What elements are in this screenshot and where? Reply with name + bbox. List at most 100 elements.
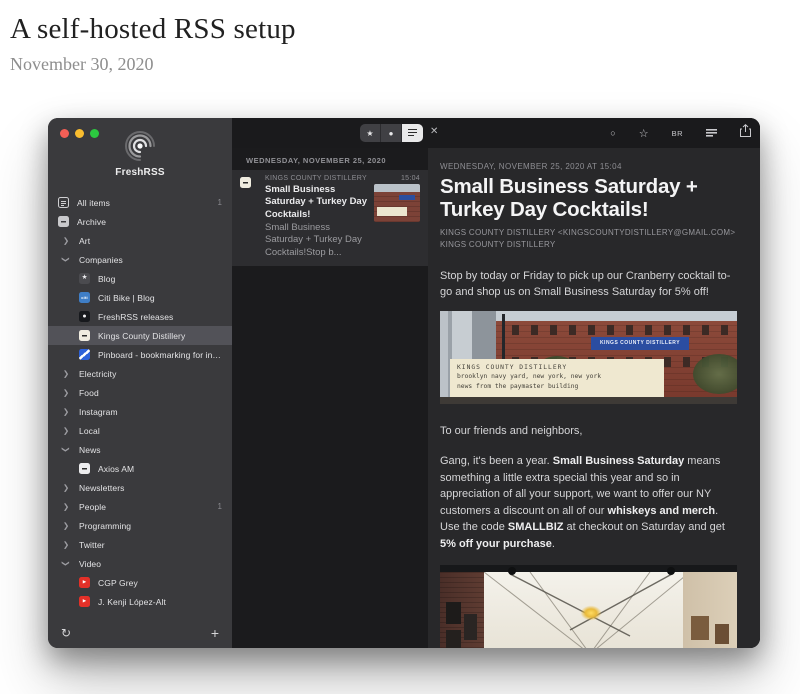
photo-street xyxy=(440,397,737,404)
article-pane: WEDNESDAY, NOVEMBER 25, 2020 AT 15:04 Sm… xyxy=(428,148,760,648)
sidebar-category-video[interactable]: Video xyxy=(48,554,232,573)
sidebar-item-label: Video xyxy=(79,559,222,569)
sidebar-item-label: News xyxy=(79,445,222,455)
article-author: KINGS COUNTY DISTILLERY <KINGSCOUNTYDIST… xyxy=(440,228,740,237)
sidebar-item-label: All items xyxy=(77,198,214,208)
sidebar-item-label: CGP Grey xyxy=(98,578,222,588)
sidebar-item-label: Axios AM xyxy=(98,464,222,474)
unread-count: 1 xyxy=(218,198,222,207)
sidebar-item-label: Companies xyxy=(79,255,222,265)
photo-light-bulb xyxy=(577,603,605,623)
photo-tree xyxy=(693,354,737,394)
list-lines-icon xyxy=(408,129,417,137)
refresh-icon[interactable]: ↻ xyxy=(61,626,71,640)
chevron-right-icon xyxy=(60,483,72,492)
zoom-window-button[interactable] xyxy=(90,129,99,138)
sidebar-item-label: Instagram xyxy=(79,407,222,417)
bold-text-run: Small Business Saturday xyxy=(553,455,684,467)
article-feed-name: KINGS COUNTY DISTILLERY xyxy=(440,240,740,249)
sidebar-category-newsletters[interactable]: Newsletters xyxy=(48,478,232,497)
sidebar-item-archive[interactable]: Archive xyxy=(48,212,232,231)
star-article-icon[interactable]: ☆ xyxy=(639,127,649,140)
sidebar-item-label: Kings County Distillery xyxy=(98,331,222,341)
reader-view-icon[interactable]: BR xyxy=(672,129,683,138)
kcd-icon xyxy=(79,330,90,341)
axios-icon xyxy=(79,463,90,474)
sidebar-item-label: J. Kenji López-Alt xyxy=(98,597,222,607)
sidebar-category-twitter[interactable]: Twitter xyxy=(48,535,232,554)
sidebar-item-freshrss-releases[interactable]: FreshRSS releases xyxy=(48,307,232,326)
thumb-sky xyxy=(374,184,420,192)
list-item-body: KINGS COUNTY DISTILLERY 15:04 Small Busi… xyxy=(265,175,420,259)
archive-icon xyxy=(58,216,69,227)
sidebar-category-people[interactable]: People1 xyxy=(48,497,232,516)
sidebar-category-food[interactable]: Food xyxy=(48,383,232,402)
sidebar-item-label: Local xyxy=(79,426,222,436)
text-run: . xyxy=(552,538,555,550)
article-title: Small Business Saturday + Turkey Day Coc… xyxy=(440,176,740,222)
filter-unread-button[interactable]: ● xyxy=(381,124,402,142)
sidebar-category-electricity[interactable]: Electricity xyxy=(48,364,232,383)
bold-text-run: SMALLBIZ xyxy=(508,521,564,533)
text-options-icon[interactable] xyxy=(706,129,717,137)
sidebar-item-j-kenji-l-pez-alt[interactable]: J. Kenji López-Alt xyxy=(48,592,232,611)
sidebar-nav: All items 1 ArchiveArt Companies BlogCiti Bi… xyxy=(48,193,232,611)
chevron-down-icon xyxy=(60,445,72,454)
article-paragraph-1: Stop by today or Friday to pick up our C… xyxy=(440,268,740,301)
add-feed-icon[interactable]: + xyxy=(211,625,219,641)
sidebar-item-label: Electricity xyxy=(79,369,222,379)
mark-unread-icon[interactable]: ○ xyxy=(610,128,615,138)
article-paragraph-2: To our friends and neighbors, xyxy=(440,423,740,440)
citibike-icon xyxy=(79,292,90,303)
list-item-texts: Small Business Saturday + Turkey Day Coc… xyxy=(265,184,369,259)
bold-text-run: 5% off your purchase xyxy=(440,538,552,550)
main-area: ★ ● ✕ ○ ☆ BR WEDNESDAY, NOVEMBER 25, xyxy=(232,118,760,648)
sidebar-category-companies[interactable]: Companies xyxy=(48,250,232,269)
photo-brick-wall-chalkboards xyxy=(440,572,484,648)
sidebar-item-all-items[interactable]: All items 1 xyxy=(48,193,232,212)
sidebar-category-local[interactable]: Local xyxy=(48,421,232,440)
share-icon[interactable] xyxy=(740,124,751,142)
align-lines-icon xyxy=(706,129,717,137)
list-item-title: Small Business Saturday + Turkey Day Coc… xyxy=(265,184,369,221)
list-item-main: Small Business Saturday + Turkey Day Coc… xyxy=(265,184,420,259)
article-image-interior xyxy=(440,565,737,648)
sidebar-category-art[interactable]: Art xyxy=(48,231,232,250)
post-header: A self-hosted RSS setup November 30, 202… xyxy=(0,0,800,75)
sidebar-item-axios-am[interactable]: Axios AM xyxy=(48,459,232,478)
close-window-button[interactable] xyxy=(60,129,69,138)
sidebar-category-instagram[interactable]: Instagram xyxy=(48,402,232,421)
sidebar-item-label: Twitter xyxy=(79,540,222,550)
sidebar-item-citi-bike-blog[interactable]: Citi Bike | Blog xyxy=(48,288,232,307)
sidebar-item-label: People xyxy=(79,502,214,512)
minimize-window-button[interactable] xyxy=(75,129,84,138)
article-dateline: WEDNESDAY, NOVEMBER 25, 2020 AT 15:04 xyxy=(440,162,740,171)
caption-line: brooklyn navy yard, new york, new york xyxy=(457,372,657,382)
sidebar-item-blog[interactable]: Blog xyxy=(48,269,232,288)
thumb-sign xyxy=(399,195,415,200)
chevron-right-icon xyxy=(60,540,72,549)
filter-starred-button[interactable]: ★ xyxy=(360,124,381,142)
sidebar-item-pinboard-bookmarking-for-introverts[interactable]: Pinboard - bookmarking for introverts xyxy=(48,345,232,364)
chevron-right-icon xyxy=(60,369,72,378)
list-date-header: WEDNESDAY, NOVEMBER 25, 2020 xyxy=(232,148,428,170)
chevron-right-icon xyxy=(60,502,72,511)
sidebar-bottom-bar: ↻ + xyxy=(48,618,232,648)
chevron-right-icon xyxy=(60,521,72,530)
post-title: A self-hosted RSS setup xyxy=(10,13,800,46)
sidebar-category-programming[interactable]: Programming xyxy=(48,516,232,535)
close-filter-icon[interactable]: ✕ xyxy=(430,126,438,137)
freshrss-window: FreshRSS All items1ArchiveArtCompaniesBl… xyxy=(48,118,760,648)
article-paragraph-3: Gang, it's been a year. Small Business S… xyxy=(440,453,740,552)
list-item[interactable]: KINGS COUNTY DISTILLERY 15:04 Small Busi… xyxy=(232,170,428,266)
filter-all-button[interactable] xyxy=(402,124,423,142)
sidebar-item-cgp-grey[interactable]: CGP Grey xyxy=(48,573,232,592)
chevron-down-icon xyxy=(60,255,72,264)
sidebar-item-label: FreshRSS releases xyxy=(98,312,222,322)
list-item-preview: Small Business Saturday + Turkey Day Coc… xyxy=(265,222,369,259)
toolbar-actions: ○ ☆ BR xyxy=(610,118,751,148)
sidebar-category-news[interactable]: News xyxy=(48,440,232,459)
freshrss-logo-icon xyxy=(125,148,155,165)
window-controls xyxy=(60,129,99,138)
sidebar-item-kings-county-distillery[interactable]: Kings County Distillery xyxy=(48,326,232,345)
